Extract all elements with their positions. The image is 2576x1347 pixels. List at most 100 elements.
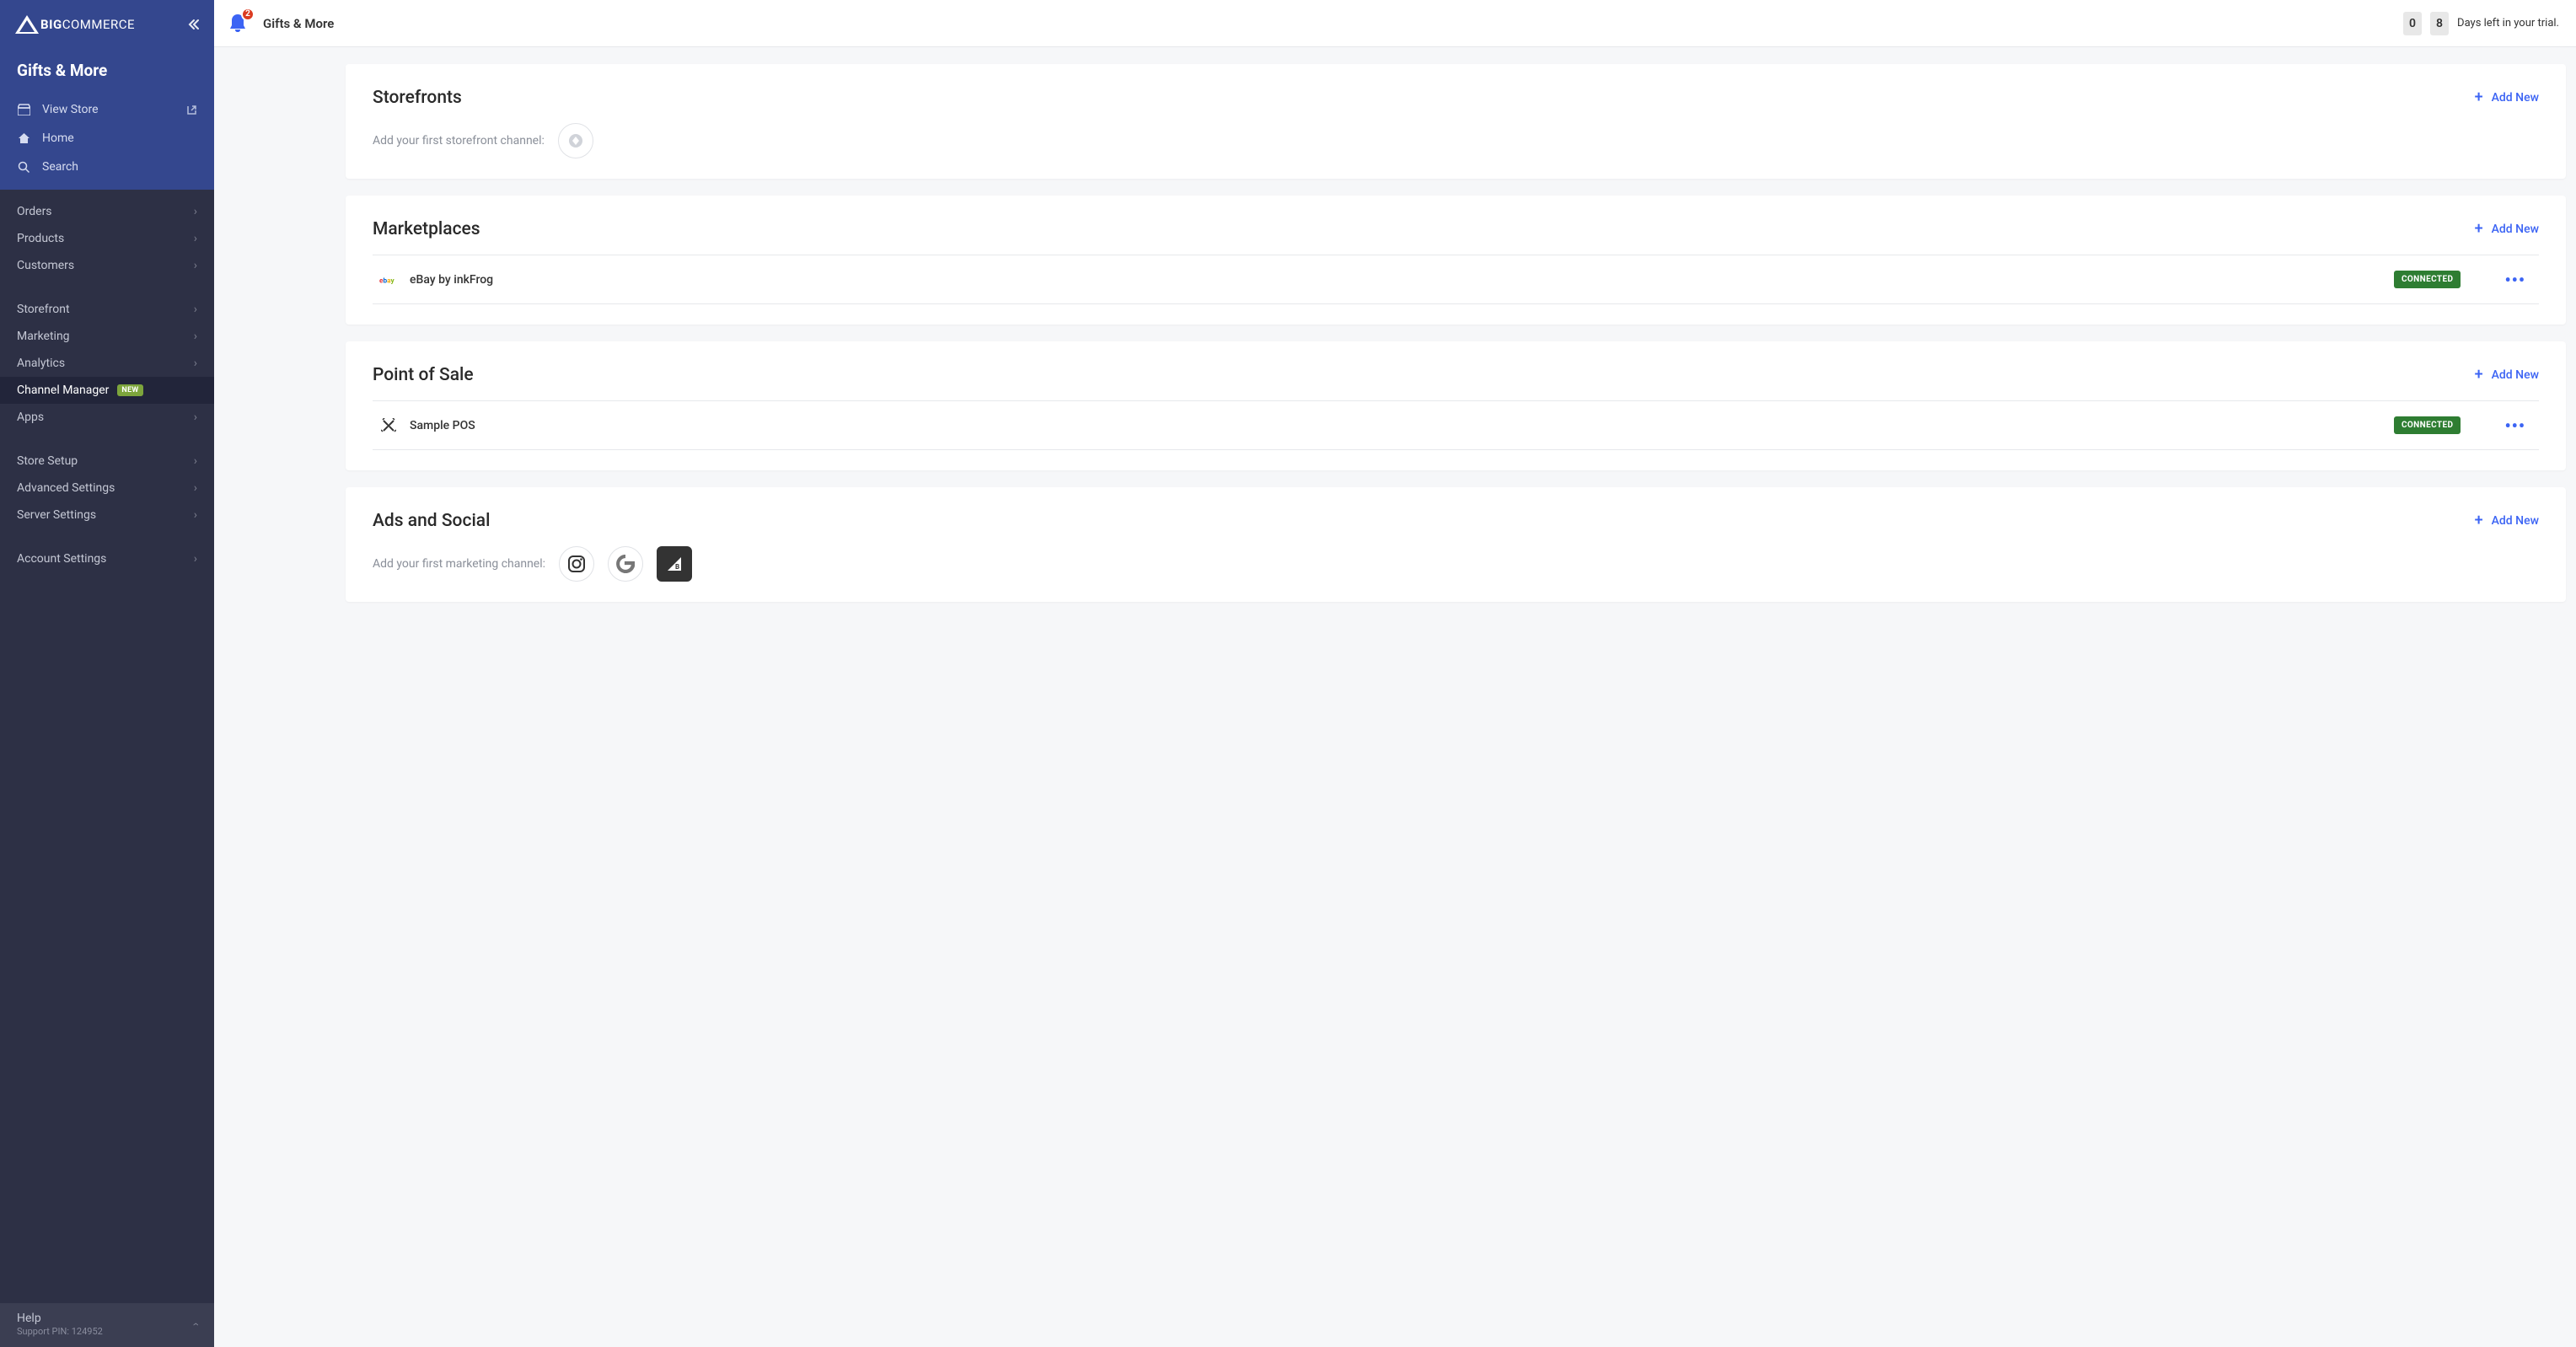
channel-label: Sample POS	[410, 419, 2382, 432]
new-badge: NEW	[117, 384, 142, 396]
card-title: Ads and Social	[373, 511, 490, 531]
nav-item-server-settings[interactable]: Server Settings›	[0, 502, 214, 529]
external-link-icon	[186, 105, 197, 115]
chevron-up-icon: ›	[189, 1323, 202, 1326]
nav-item-marketing[interactable]: Marketing ›	[0, 323, 214, 350]
nav-item-advanced-settings[interactable]: Advanced Settings ›	[0, 475, 214, 502]
channel-more-button[interactable]: •••	[2498, 421, 2532, 430]
card-title: Point of Sale	[373, 365, 474, 385]
sidebar-header: BIGCOMMERCE	[0, 0, 214, 49]
store-section: Gifts & More View Store Home	[0, 49, 214, 190]
logo-text: BIGCOMMERCE	[40, 17, 135, 32]
channel-label: eBay by inkFrog	[410, 273, 2382, 287]
nav-item-account-settings[interactable]: Account Settings›	[0, 545, 214, 572]
help-title: Help	[17, 1312, 103, 1325]
chevron-right-icon: ›	[194, 259, 197, 272]
card-marketplaces: Marketplaces + Add New ebay eBay by inkF…	[346, 196, 2566, 325]
chevron-right-icon: ›	[194, 330, 197, 343]
sidebar-link-search[interactable]: Search	[17, 153, 197, 181]
content-area: Storefronts + Add New Add your first sto…	[214, 47, 2576, 1347]
instagram-channel-button[interactable]	[559, 546, 594, 582]
nav-item-channel-manager[interactable]: Channel Manager NEW	[0, 377, 214, 404]
help-section[interactable]: Help Support PIN: 124952 ›	[0, 1303, 214, 1347]
sidebar-link-label: Search	[42, 160, 78, 174]
instagram-icon	[567, 555, 586, 573]
pos-icon	[379, 418, 398, 433]
nav-item-customers[interactable]: Customers›	[0, 252, 214, 279]
buy-button-channel-button[interactable]: B	[657, 546, 692, 582]
store-icon	[17, 103, 30, 116]
breadcrumb: Gifts & More	[263, 16, 334, 31]
card-ads-social: Ads and Social + Add New Add your first …	[346, 487, 2566, 602]
status-badge: CONNECTED	[2394, 271, 2461, 288]
help-pin: Support PIN: 124952	[17, 1326, 103, 1337]
sidebar: BIGCOMMERCE Gifts & More View Store	[0, 0, 214, 1347]
nav-item-store-setup[interactable]: Store Setup ›	[0, 448, 214, 475]
card-storefronts: Storefronts + Add New Add your first sto…	[346, 64, 2566, 179]
nav-item-analytics[interactable]: Analytics ›	[0, 350, 214, 377]
add-new-storefront-button[interactable]: + Add New	[2475, 90, 2539, 105]
add-new-ads-button[interactable]: + Add New	[2475, 513, 2539, 529]
nav-label: Storefront	[17, 303, 70, 316]
sidebar-link-view-store[interactable]: View Store	[17, 95, 197, 124]
chevron-right-icon: ›	[194, 232, 197, 245]
sidebar-collapse-button[interactable]	[185, 16, 202, 33]
add-new-label: Add New	[2492, 91, 2539, 105]
trial-counter: 0 8 Days left in your trial.	[2403, 12, 2559, 35]
plus-icon: +	[2475, 90, 2483, 105]
google-icon	[616, 555, 635, 573]
add-new-label: Add New	[2492, 514, 2539, 528]
add-new-label: Add New	[2492, 368, 2539, 382]
ads-prompt: Add your first marketing channel:	[373, 557, 545, 571]
nav-label: Apps	[17, 411, 44, 424]
chevron-right-icon: ›	[194, 481, 197, 495]
chevron-right-icon: ›	[194, 357, 197, 370]
storefront-provider-icon	[567, 132, 584, 149]
svg-text:B: B	[675, 563, 679, 571]
trial-text: Days left in your trial.	[2457, 17, 2559, 30]
channel-row-ebay: ebay eBay by inkFrog CONNECTED •••	[373, 255, 2539, 303]
add-new-pos-button[interactable]: + Add New	[2475, 368, 2539, 383]
nav-label: Store Setup	[17, 454, 78, 468]
nav-item-products[interactable]: Products ›	[0, 225, 214, 252]
chevron-right-icon: ›	[194, 454, 197, 468]
trial-digit: 0	[2403, 12, 2422, 35]
notifications-button[interactable]: 2	[228, 13, 250, 35]
nav-item-storefront[interactable]: Storefront ›	[0, 296, 214, 323]
svg-text:ebay: ebay	[379, 276, 395, 284]
add-new-label: Add New	[2492, 223, 2539, 236]
nav-label: Marketing	[17, 330, 70, 343]
nav-item-orders[interactable]: Orders ›	[0, 198, 214, 225]
nav-label: Account Settings	[17, 552, 106, 566]
chevron-double-left-icon	[188, 19, 200, 30]
channel-more-button[interactable]: •••	[2498, 276, 2532, 284]
nav-label: Products	[17, 232, 64, 245]
nav-label: Analytics	[17, 357, 65, 370]
plus-icon: +	[2475, 513, 2483, 529]
chevron-right-icon: ›	[194, 411, 197, 424]
sidebar-link-label: View Store	[42, 103, 99, 116]
nav-label: Advanced Settings	[17, 481, 115, 495]
google-channel-button[interactable]	[608, 546, 643, 582]
store-name: Gifts & More	[17, 61, 197, 80]
chevron-right-icon: ›	[194, 205, 197, 218]
card-pos: Point of Sale + Add New Sample POS CONNE…	[346, 341, 2566, 470]
logo-mark-icon	[15, 15, 39, 34]
channel-row-sample-pos: Sample POS CONNECTED •••	[373, 401, 2539, 449]
search-icon	[17, 160, 30, 174]
home-icon	[17, 131, 30, 145]
storefront-prompt: Add your first storefront channel:	[373, 134, 545, 148]
nav-item-apps[interactable]: Apps ›	[0, 404, 214, 431]
status-badge: CONNECTED	[2394, 416, 2461, 434]
main: 2 Gifts & More 0 8 Days left in your tri…	[214, 0, 2576, 1347]
plus-icon: +	[2475, 368, 2483, 383]
nav-label: Orders	[17, 205, 52, 218]
chevron-right-icon: ›	[194, 303, 197, 316]
logo[interactable]: BIGCOMMERCE	[15, 15, 135, 34]
sidebar-link-label: Home	[42, 131, 74, 145]
nav-list: Orders › Products › Customers› Storefront ›…	[0, 190, 214, 1303]
sidebar-link-home[interactable]: Home	[17, 124, 197, 153]
storefront-channel-icon-button[interactable]	[558, 123, 593, 158]
card-title: Storefronts	[373, 88, 462, 108]
add-new-marketplace-button[interactable]: + Add New	[2475, 222, 2539, 237]
